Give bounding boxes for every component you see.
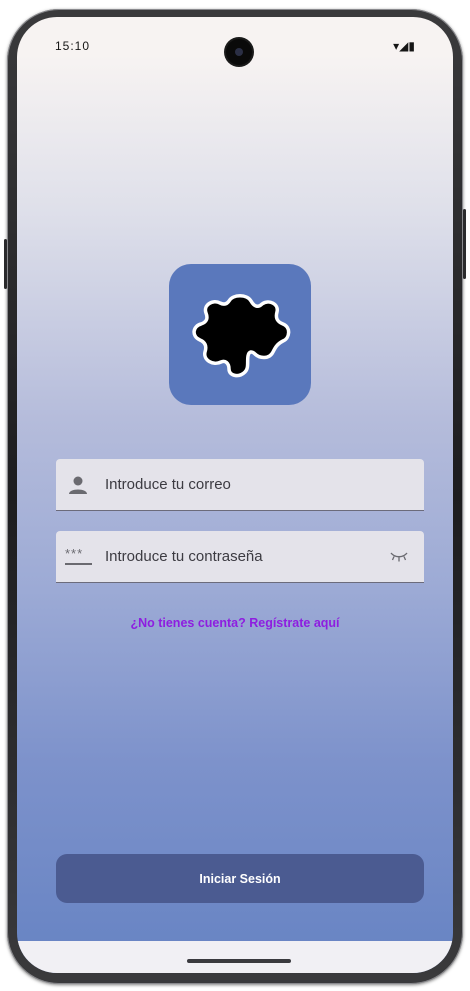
- front-camera: [226, 39, 252, 65]
- status-time: 15:10: [55, 39, 91, 53]
- app-logo: [169, 264, 311, 405]
- password-input[interactable]: [105, 531, 375, 581]
- app-screen: 15:10 ▾◢▮ *** ¿No tienes cuenta? Regístr…: [17, 17, 453, 973]
- register-link[interactable]: ¿No tienes cuenta? Regístrate aquí: [17, 616, 453, 630]
- login-button[interactable]: Iniciar Sesión: [56, 854, 424, 903]
- person-icon: [69, 476, 87, 494]
- email-input[interactable]: [105, 459, 375, 509]
- home-gesture-handle[interactable]: [187, 959, 291, 963]
- eye-closed-icon[interactable]: [389, 550, 409, 564]
- password-mask-icon-text: ***: [65, 546, 84, 561]
- power-button: [463, 209, 466, 279]
- password-icon: ***: [65, 546, 93, 566]
- email-field[interactable]: [56, 459, 424, 511]
- navigation-bar: [17, 941, 453, 973]
- password-field[interactable]: ***: [56, 531, 424, 583]
- volume-button: [4, 239, 7, 289]
- status-icons: ▾◢▮: [393, 39, 415, 53]
- puzzle-piece-icon: [192, 294, 291, 378]
- password-icon-underline: [65, 563, 92, 565]
